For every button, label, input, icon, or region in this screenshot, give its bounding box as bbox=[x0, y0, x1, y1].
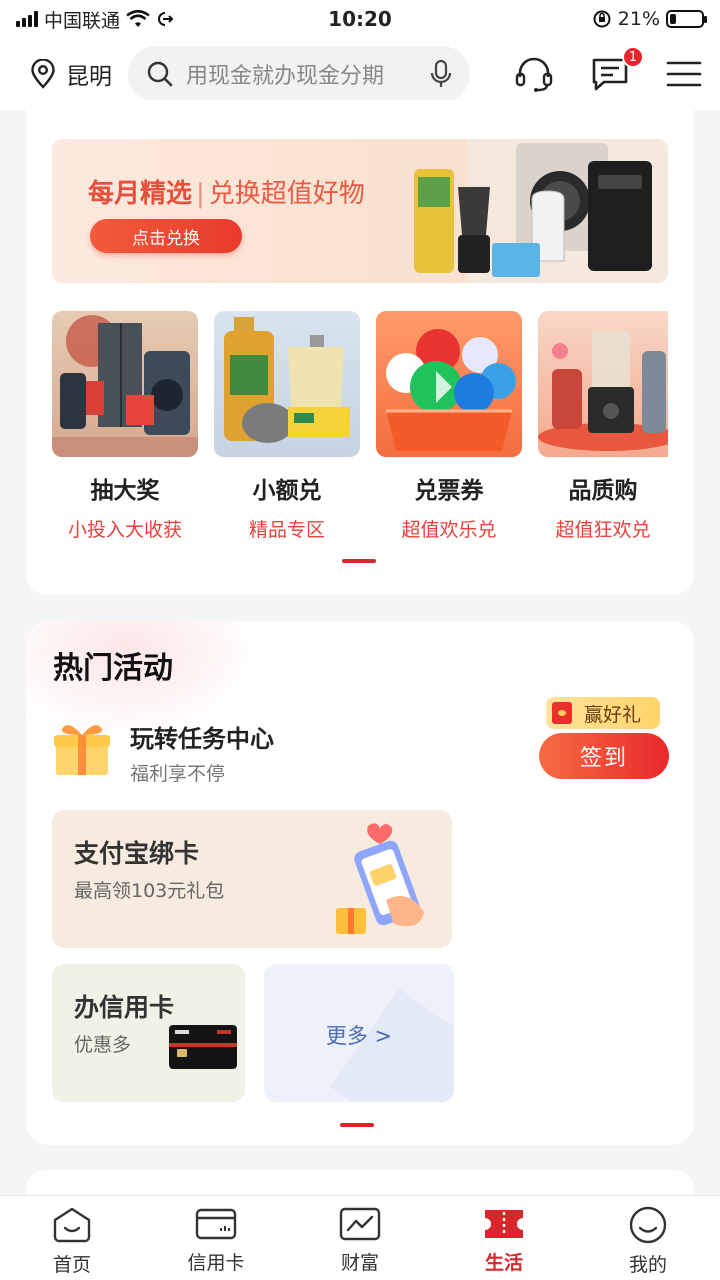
headset-icon bbox=[515, 57, 553, 92]
messages-button[interactable]: 1 bbox=[590, 46, 644, 92]
product-lottery[interactable]: 抽大奖 小投入大收获 bbox=[52, 311, 198, 542]
tab-credit-card[interactable]: 信用卡 bbox=[144, 1196, 288, 1280]
product-tickets-image bbox=[376, 311, 522, 457]
banner-appliances-image bbox=[414, 139, 668, 283]
tab-mine[interactable]: 我的 bbox=[576, 1196, 720, 1280]
product-tickets-name: 兑票券 bbox=[414, 478, 484, 504]
header-actions: 1 bbox=[492, 46, 702, 93]
location-label: 昆明 bbox=[66, 64, 112, 90]
trend-chart-icon bbox=[339, 1207, 381, 1241]
search-input[interactable]: 用现金就办现金分期 bbox=[186, 58, 418, 90]
apply-credit-card-sub: 优惠多 bbox=[74, 1034, 132, 1056]
tab-wealth-label: 财富 bbox=[340, 1252, 379, 1274]
sign-in-button[interactable]: 签到 bbox=[539, 733, 669, 779]
status-right: 21% bbox=[592, 8, 707, 30]
banner-subtitle: 兑换超值好物 bbox=[208, 179, 365, 209]
wifi-icon bbox=[126, 10, 150, 27]
alipay-bind-title: 支付宝绑卡 bbox=[74, 839, 200, 868]
carousel-indicator bbox=[342, 559, 376, 563]
banner-title: 每月精选 | 兑换超值好物 bbox=[88, 173, 365, 210]
red-envelope-icon bbox=[552, 702, 572, 724]
product-quality[interactable]: 品质购 超值狂欢兑 bbox=[538, 311, 668, 542]
profile-smile-icon bbox=[629, 1206, 667, 1244]
product-small-exchange-image bbox=[214, 311, 360, 457]
microphone-icon[interactable] bbox=[430, 59, 452, 89]
exchange-card: 每月精选 | 兑换超值好物 点击兑换 抽大奖 小投入大收获 小额兑 精品专区 兑… bbox=[26, 100, 694, 595]
banner-separator: | bbox=[196, 179, 205, 209]
product-small-exchange-name: 小额兑 bbox=[252, 478, 322, 504]
apply-credit-card-title: 办信用卡 bbox=[74, 993, 175, 1022]
menu-button[interactable] bbox=[666, 59, 702, 89]
product-lottery-sub: 小投入大收获 bbox=[67, 519, 182, 541]
battery-icon bbox=[666, 10, 707, 28]
ticket-icon bbox=[485, 1210, 523, 1238]
tab-home-label: 首页 bbox=[52, 1254, 91, 1276]
hotspot-link-icon bbox=[158, 12, 174, 26]
banner-redeem-button[interactable]: 点击兑换 bbox=[90, 219, 242, 253]
gift-icon bbox=[54, 725, 110, 775]
location-pin-icon bbox=[31, 59, 55, 89]
hot-activities-title: 热门活动 bbox=[53, 651, 173, 686]
customer-service-button[interactable] bbox=[514, 55, 554, 93]
hot-activities-card: 热门活动 玩转任务中心 福利享不停 赢好礼 签到 支付宝绑卡 最高领103元礼包… bbox=[26, 621, 694, 1145]
product-small-exchange[interactable]: 小额兑 精品专区 bbox=[214, 311, 360, 542]
status-bar: 中国联通 10:20 21% bbox=[0, 0, 720, 38]
apply-credit-card-tile[interactable]: 办信用卡 优惠多 bbox=[52, 964, 245, 1102]
status-left: 中国联通 bbox=[16, 6, 174, 33]
battery-percent: 21% bbox=[617, 8, 660, 30]
credit-card-icon bbox=[195, 1208, 237, 1240]
tab-wealth[interactable]: 财富 bbox=[288, 1196, 432, 1280]
more-activities-link[interactable]: 更多 > bbox=[264, 1020, 454, 1050]
more-activities-tile[interactable]: 更多 > bbox=[264, 964, 454, 1102]
banner-title-main: 每月精选 bbox=[88, 179, 193, 209]
product-lottery-image bbox=[52, 311, 198, 457]
orientation-lock-icon bbox=[593, 10, 611, 28]
monthly-banner[interactable]: 每月精选 | 兑换超值好物 点击兑换 bbox=[52, 139, 668, 283]
tab-home[interactable]: 首页 bbox=[0, 1196, 144, 1280]
task-center-sub: 福利享不停 bbox=[130, 763, 226, 785]
search-icon bbox=[147, 61, 173, 87]
tab-credit-card-label: 信用卡 bbox=[187, 1252, 245, 1274]
search-bar[interactable]: 用现金就办现金分期 bbox=[128, 46, 470, 102]
product-small-exchange-sub: 精品专区 bbox=[248, 519, 325, 541]
tab-life[interactable]: 生活 bbox=[432, 1196, 576, 1280]
battery-level bbox=[670, 14, 677, 24]
activities-carousel-indicator bbox=[340, 1123, 374, 1127]
signal-icon bbox=[16, 11, 38, 27]
product-quality-image bbox=[538, 311, 668, 457]
phone-hand-illustration bbox=[336, 823, 424, 934]
tab-mine-label: 我的 bbox=[628, 1254, 667, 1276]
product-tickets-sub: 超值欢乐兑 bbox=[401, 519, 497, 541]
bottom-tab-bar: 首页 信用卡 财富 生活 我的 bbox=[0, 1195, 720, 1280]
win-gift-label: 赢好礼 bbox=[584, 703, 642, 726]
message-badge: 1 bbox=[622, 46, 644, 68]
product-lottery-name: 抽大奖 bbox=[90, 478, 160, 504]
carrier-label: 中国联通 bbox=[44, 9, 121, 32]
menu-icon bbox=[666, 61, 702, 87]
location-selector[interactable]: 昆明 bbox=[30, 57, 112, 91]
home-icon bbox=[53, 1207, 91, 1243]
bank-card-image bbox=[169, 1025, 237, 1069]
product-quality-sub: 超值狂欢兑 bbox=[555, 519, 651, 541]
alipay-bind-tile[interactable]: 支付宝绑卡 最高领103元礼包 bbox=[52, 810, 452, 948]
win-gift-tag: 赢好礼 bbox=[546, 697, 660, 729]
product-quality-name: 品质购 bbox=[568, 478, 638, 504]
product-tickets[interactable]: 兑票券 超值欢乐兑 bbox=[376, 311, 522, 542]
task-center-title[interactable]: 玩转任务中心 bbox=[130, 719, 274, 754]
tab-life-label: 生活 bbox=[484, 1252, 523, 1274]
alipay-bind-sub: 最高领103元礼包 bbox=[74, 880, 225, 902]
